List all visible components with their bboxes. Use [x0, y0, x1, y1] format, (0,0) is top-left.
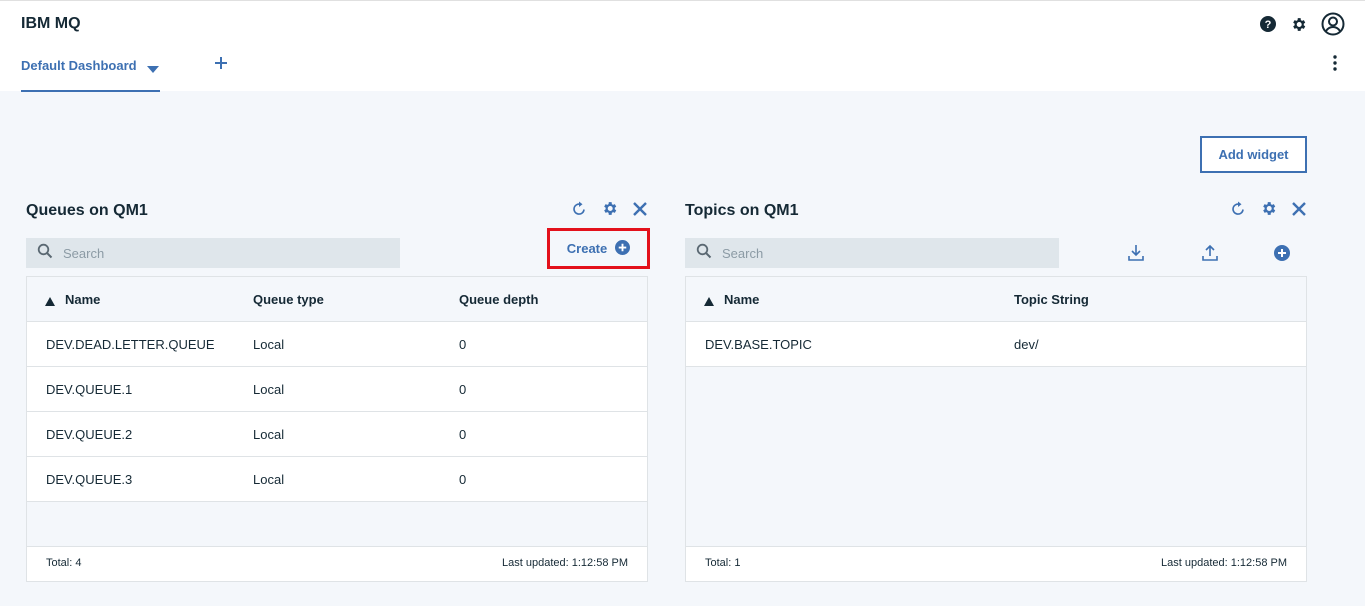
- add-icon[interactable]: [214, 56, 228, 75]
- topics-table: Name Topic String DEV.BASE.TOPIC dev/ To…: [685, 276, 1307, 582]
- table-row[interactable]: DEV.BASE.TOPIC dev/: [686, 322, 1306, 367]
- gear-icon[interactable]: [601, 200, 618, 217]
- column-header-topic-string[interactable]: Topic String: [1014, 292, 1089, 307]
- search-field[interactable]: [26, 238, 400, 268]
- cell-queue-type: Local: [253, 382, 285, 397]
- cell-queue-depth: 0: [459, 472, 467, 487]
- add-circle-icon: [615, 239, 631, 258]
- table-header: Name Topic String: [686, 277, 1306, 322]
- refresh-icon[interactable]: [1230, 201, 1246, 217]
- create-button[interactable]: Create: [547, 228, 650, 269]
- search-input[interactable]: [63, 245, 363, 261]
- gear-icon[interactable]: [1260, 200, 1277, 217]
- add-circle-icon[interactable]: [1274, 245, 1290, 266]
- widget-actions: [571, 200, 648, 217]
- cell-queue-type: Local: [253, 337, 285, 352]
- cell-name: DEV.BASE.TOPIC: [705, 337, 812, 352]
- total-count: Total: 4: [46, 557, 82, 569]
- add-widget-button[interactable]: Add widget: [1200, 136, 1307, 173]
- overflow-menu-icon[interactable]: [1333, 55, 1337, 76]
- sort-ascending-icon[interactable]: [45, 294, 55, 309]
- table-row[interactable]: DEV.QUEUE.3 Local 0: [27, 457, 647, 502]
- topic-toolbar: [685, 238, 1307, 268]
- widget-actions: [1230, 200, 1307, 217]
- svg-text:?: ?: [1265, 19, 1272, 31]
- settings-icon[interactable]: [1290, 16, 1307, 33]
- cell-topic-string: dev/: [1014, 337, 1039, 352]
- widget-title: Topics on QM1: [685, 202, 799, 219]
- close-icon[interactable]: [632, 201, 648, 217]
- table-row[interactable]: DEV.DEAD.LETTER.QUEUE Local 0: [27, 322, 647, 367]
- upload-icon[interactable]: [1202, 244, 1218, 266]
- table-row[interactable]: DEV.QUEUE.2 Local 0: [27, 412, 647, 457]
- cell-name: DEV.DEAD.LETTER.QUEUE: [46, 337, 215, 352]
- column-header-name[interactable]: Name: [65, 292, 100, 307]
- queues-table: Name Queue type Queue depth DEV.DEAD.LET…: [26, 276, 648, 582]
- app-header: IBM MQ ? Default Dashboard: [0, 0, 1365, 92]
- total-count: Total: 1: [705, 557, 741, 569]
- refresh-icon[interactable]: [571, 201, 587, 217]
- cell-queue-depth: 0: [459, 427, 467, 442]
- app-title: IBM MQ: [21, 15, 81, 32]
- table-header: Name Queue type Queue depth: [27, 277, 647, 322]
- tab-label: Default Dashboard: [21, 58, 137, 73]
- cell-name: DEV.QUEUE.2: [46, 427, 133, 442]
- download-icon[interactable]: [1128, 244, 1144, 266]
- cell-queue-depth: 0: [459, 337, 467, 352]
- sort-ascending-icon[interactable]: [704, 294, 714, 309]
- header-actions: ?: [1260, 12, 1345, 36]
- cell-name: DEV.QUEUE.3: [46, 472, 133, 487]
- table-row[interactable]: DEV.QUEUE.1 Local 0: [27, 367, 647, 412]
- search-icon: [37, 243, 53, 264]
- column-header-queue-type[interactable]: Queue type: [253, 292, 324, 307]
- help-icon[interactable]: ?: [1260, 16, 1276, 32]
- caret-down-icon[interactable]: [147, 61, 159, 79]
- create-label: Create: [566, 241, 608, 256]
- last-updated: Last updated: 1:12:58 PM: [502, 557, 628, 569]
- close-icon[interactable]: [1291, 201, 1307, 217]
- table-footer: Total: 1 Last updated: 1:12:58 PM: [686, 546, 1306, 581]
- widget-title: Queues on QM1: [26, 202, 148, 219]
- cell-name: DEV.QUEUE.1: [46, 382, 133, 397]
- last-updated: Last updated: 1:12:58 PM: [1161, 557, 1287, 569]
- table-footer: Total: 4 Last updated: 1:12:58 PM: [27, 546, 647, 581]
- cell-queue-type: Local: [253, 472, 285, 487]
- column-header-name[interactable]: Name: [724, 292, 759, 307]
- cell-queue-type: Local: [253, 427, 285, 442]
- column-header-queue-depth[interactable]: Queue depth: [459, 292, 538, 307]
- user-avatar-icon[interactable]: [1321, 12, 1345, 36]
- tab-default-dashboard[interactable]: Default Dashboard: [21, 49, 160, 92]
- cell-queue-depth: 0: [459, 382, 467, 397]
